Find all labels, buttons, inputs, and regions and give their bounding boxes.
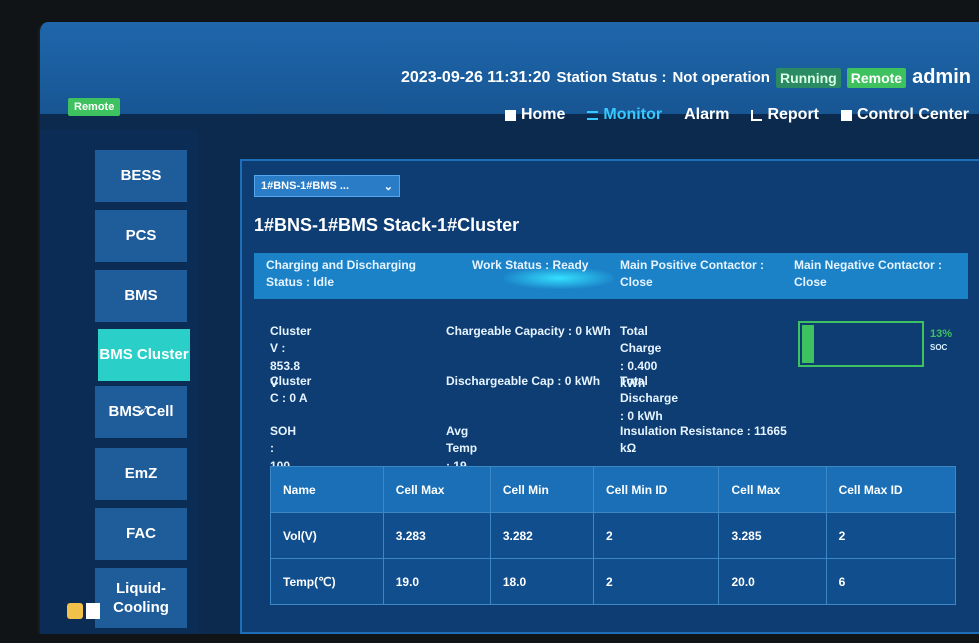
table-cell: 20.0 — [718, 558, 827, 605]
sidebar-item-bms-cluster[interactable]: BMS Cluster — [98, 329, 190, 381]
table-row: Vol(V) 3.283 3.282 2 3.285 2 — [270, 512, 957, 559]
screen: 2023-09-26 11:31:20 Station Status : Not… — [38, 22, 979, 634]
status-bar: Charging and Discharging Status : Idle W… — [254, 253, 968, 299]
chargeable-capacity: Chargeable Capacity : 0 kWh — [446, 324, 611, 338]
home-icon — [504, 109, 516, 121]
cell-extremes-table: Name Cell Max Cell Min Cell Min ID Cell … — [270, 466, 957, 605]
nav-report-label: Report — [767, 106, 819, 123]
cluster-selector[interactable]: 1#BNS-1#BMS ... ⌄ — [254, 175, 400, 197]
nav-alarm-label: Alarm — [684, 106, 730, 123]
running-badge: Running — [775, 67, 841, 88]
work-status: Work Status : Ready — [472, 258, 589, 272]
cluster-selector-value: 1#BNS-1#BMS ... — [261, 180, 350, 192]
soc-label: SOC — [930, 343, 948, 352]
col-header-cell-min-id: Cell Min ID — [593, 466, 720, 513]
nav-control-center[interactable]: Control Center — [841, 106, 969, 124]
sidebar-item-bms[interactable]: BMS — [95, 270, 187, 322]
nav-monitor[interactable]: Monitor — [587, 106, 662, 124]
soc-percent: 13% — [930, 328, 953, 340]
sidebar-item-pcs[interactable]: PCS — [95, 210, 187, 262]
sidebar-item-liquid-cooling[interactable]: Liquid-Cooling — [95, 568, 187, 628]
table-row: Temp(℃) 19.0 18.0 2 20.0 6 — [270, 558, 957, 605]
sidebar: BESS PCS BMS BMS Cluster BMS Cell EmZ FA… — [40, 130, 198, 634]
col-header-cell-max-id: Cell Max ID — [825, 466, 957, 513]
control-center-icon — [841, 109, 852, 121]
remote-pill: Remote — [68, 98, 121, 116]
soc-fill — [802, 325, 814, 363]
report-icon — [751, 109, 763, 121]
top-bar: 2023-09-26 11:31:20 Station Status : Not… — [40, 22, 979, 123]
total-discharge: Total Discharge : 0 kWh — [620, 374, 679, 423]
charging-status: Charging and Discharging Status : Idle — [266, 258, 417, 290]
station-status-label: Station Status : — [556, 69, 667, 86]
cluster-panel: 1#BNS-1#BMS ... ⌄ 1#BNS-1#BMS Stack-1#Cl… — [240, 159, 979, 634]
table-cell: 3.283 — [382, 512, 491, 559]
table-cell: 2 — [593, 512, 720, 559]
table-cell: 2 — [825, 512, 957, 559]
main-negative-contactor: Main Negative Contactor : Close — [794, 258, 943, 290]
remote-badge: Remote — [846, 67, 907, 88]
col-header-cell-max-2: Cell Max — [718, 466, 827, 513]
header-info: 2023-09-26 11:31:20 Station Status : Not… — [401, 66, 971, 89]
table-header-row: Name Cell Max Cell Min Cell Min ID Cell … — [270, 466, 957, 513]
nav-home[interactable]: Home — [504, 106, 566, 124]
taskbar-window-icon[interactable] — [86, 603, 100, 619]
insulation-resistance: Insulation Resistance : 11665 kΩ — [620, 424, 787, 456]
datetime: 2023-09-26 11:31:20 — [401, 68, 551, 86]
col-header-name: Name — [270, 466, 384, 513]
mouse-cursor-icon: ➶ — [137, 402, 151, 419]
table-cell: 3.282 — [489, 512, 595, 559]
nav-alarm[interactable]: Alarm — [684, 106, 729, 124]
col-header-cell-min: Cell Min — [489, 466, 595, 513]
sidebar-item-bess[interactable]: BESS — [95, 150, 187, 202]
table-cell: 18.0 — [489, 558, 595, 605]
user-name[interactable]: admin — [912, 66, 971, 89]
nav-monitor-label: Monitor — [603, 106, 663, 123]
sidebar-item-fac[interactable]: FAC — [95, 508, 187, 560]
table-cell: 6 — [825, 558, 957, 605]
main-positive-contactor: Main Positive Contactor : Close — [620, 258, 765, 290]
nav-home-label: Home — [520, 106, 566, 123]
col-header-cell-max: Cell Max — [382, 466, 491, 513]
nav-control-center-label: Control Center — [857, 106, 969, 123]
main-nav: Home Monitor Alarm Report Control Center — [504, 106, 969, 124]
table-cell: Temp(℃) — [270, 558, 384, 605]
soc-battery-gauge — [798, 321, 924, 367]
table-cell: 19.0 — [382, 558, 491, 605]
page-title: 1#BNS-1#BMS Stack-1#Cluster — [254, 215, 520, 235]
table-cell: 3.285 — [718, 512, 827, 559]
table-cell: 2 — [593, 558, 720, 605]
sidebar-item-emz[interactable]: EmZ — [95, 448, 187, 500]
station-status-value: Not operation — [672, 69, 770, 86]
nav-report[interactable]: Report — [751, 106, 819, 124]
cluster-current: Cluster C : 0 A — [270, 374, 312, 406]
monitor-icon — [587, 110, 599, 120]
table-cell: Vol(V) — [270, 512, 384, 559]
chevron-down-icon: ⌄ — [383, 180, 393, 193]
taskbar-app-icon[interactable] — [67, 603, 83, 619]
dischargeable-capacity: Dischargeable Cap : 0 kWh — [446, 374, 601, 388]
